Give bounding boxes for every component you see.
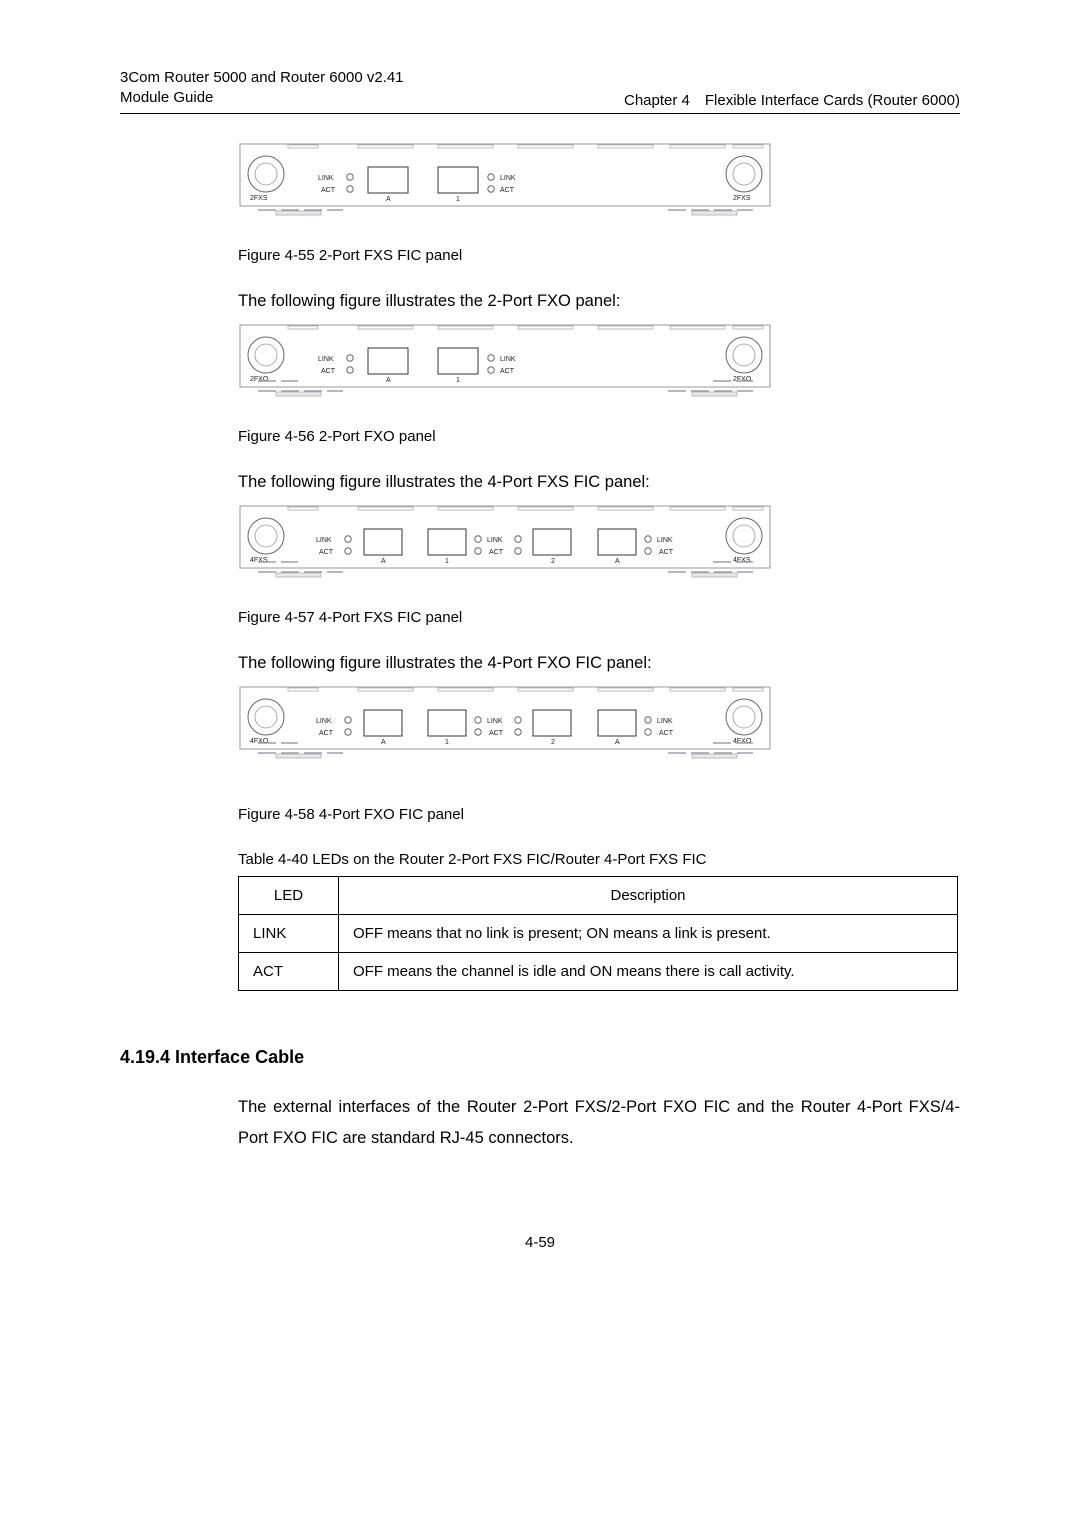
svg-text:LINK: LINK <box>657 718 673 725</box>
model-label: 2FXO <box>733 376 752 383</box>
cell-led: ACT <box>239 952 339 990</box>
content: LINK ACT LINK ACT 2FXS 2FXS A 1 Figure 4… <box>238 142 960 1155</box>
header-line2: Module Guide <box>120 88 404 108</box>
svg-text:A: A <box>381 558 386 565</box>
cell-led: LINK <box>239 914 339 952</box>
link-label: LINK <box>500 356 516 363</box>
act-label: ACT <box>319 549 334 556</box>
svg-text:ACT: ACT <box>319 730 334 737</box>
port-a-label: A <box>386 196 391 203</box>
fig-57-caption: Figure 4-57 4-Port FXS FIC panel <box>238 609 960 626</box>
cell-desc: OFF means the channel is idle and ON mea… <box>339 952 958 990</box>
port-1-label: 1 <box>456 196 460 203</box>
para-4fxo: The following figure illustrates the 4-P… <box>238 654 960 673</box>
svg-text:LINK: LINK <box>487 718 503 725</box>
svg-text:ACT: ACT <box>659 730 674 737</box>
panel-4fxs-figure: LINK ACT LINK ACT LINK ACT 4FXS 4FXS A 1… <box>238 504 960 583</box>
panel-2fxs-figure: LINK ACT LINK ACT 2FXS 2FXS A 1 <box>238 142 960 221</box>
header-right: Chapter 4 Flexible Interface Cards (Rout… <box>624 92 960 109</box>
act-label: ACT <box>659 549 674 556</box>
svg-text:A: A <box>615 558 620 565</box>
svg-text:1: 1 <box>445 739 449 746</box>
act-label: ACT <box>500 368 515 375</box>
link-label: LINK <box>500 175 516 182</box>
act-label: ACT <box>500 187 515 194</box>
svg-text:4FXO: 4FXO <box>733 738 752 745</box>
act-label: ACT <box>489 549 504 556</box>
svg-text:A: A <box>615 739 620 746</box>
fig-56-caption: Figure 4-56 2-Port FXO panel <box>238 428 960 445</box>
link-label: LINK <box>316 537 332 544</box>
th-led: LED <box>239 876 339 914</box>
svg-text:1: 1 <box>445 558 449 565</box>
para-4fxs: The following figure illustrates the 4-P… <box>238 473 960 492</box>
th-desc: Description <box>339 876 958 914</box>
led-table: LED Description LINK OFF means that no l… <box>238 876 958 991</box>
model-label: 4FXS <box>733 557 751 564</box>
svg-text:ACT: ACT <box>489 730 504 737</box>
header-left: 3Com Router 5000 and Router 6000 v2.41 M… <box>120 68 404 109</box>
para-2fxo: The following figure illustrates the 2-P… <box>238 292 960 311</box>
header-line1: 3Com Router 5000 and Router 6000 v2.41 <box>120 68 404 88</box>
fig-55-caption: Figure 4-55 2-Port FXS FIC panel <box>238 247 960 264</box>
act-label: ACT <box>321 187 336 194</box>
svg-text:LINK: LINK <box>316 718 332 725</box>
svg-text:2: 2 <box>551 558 555 565</box>
cell-desc: OFF means that no link is present; ON me… <box>339 914 958 952</box>
link-label: LINK <box>487 537 503 544</box>
link-label: LINK <box>318 356 334 363</box>
fig-58-caption: Figure 4-58 4-Port FXO FIC panel <box>238 806 960 823</box>
panel-4fxo-figure: LINK ACT LINK ACT LINK ACT 4FXO 4FXO A 1… <box>238 685 960 764</box>
svg-text:A: A <box>381 739 386 746</box>
page-header: 3Com Router 5000 and Router 6000 v2.41 M… <box>120 68 960 114</box>
port-a-label: A <box>386 377 391 384</box>
svg-text:2: 2 <box>551 739 555 746</box>
svg-text:4FXO: 4FXO <box>250 738 269 745</box>
table-row: ACT OFF means the channel is idle and ON… <box>239 952 958 990</box>
table-row: LINK OFF means that no link is present; … <box>239 914 958 952</box>
section-4-19-4-heading: 4.19.4 Interface Cable <box>120 1047 960 1068</box>
panel-2fxo-figure: LINK ACT LINK ACT 2FXO 2FXO A 1 <box>238 323 960 402</box>
section-4-19-4-para: The external interfaces of the Router 2-… <box>238 1092 960 1155</box>
link-label: LINK <box>657 537 673 544</box>
model-label: 2FXO <box>250 376 269 383</box>
model-label: 2FXS <box>250 195 268 202</box>
table-40-caption: Table 4-40 LEDs on the Router 2-Port FXS… <box>238 851 960 868</box>
model-label: 4FXS <box>250 557 268 564</box>
link-label: LINK <box>318 175 334 182</box>
port-1-label: 1 <box>456 377 460 384</box>
act-label: ACT <box>321 368 336 375</box>
model-label: 2FXS <box>733 195 751 202</box>
page-number: 4-59 <box>120 1234 960 1251</box>
